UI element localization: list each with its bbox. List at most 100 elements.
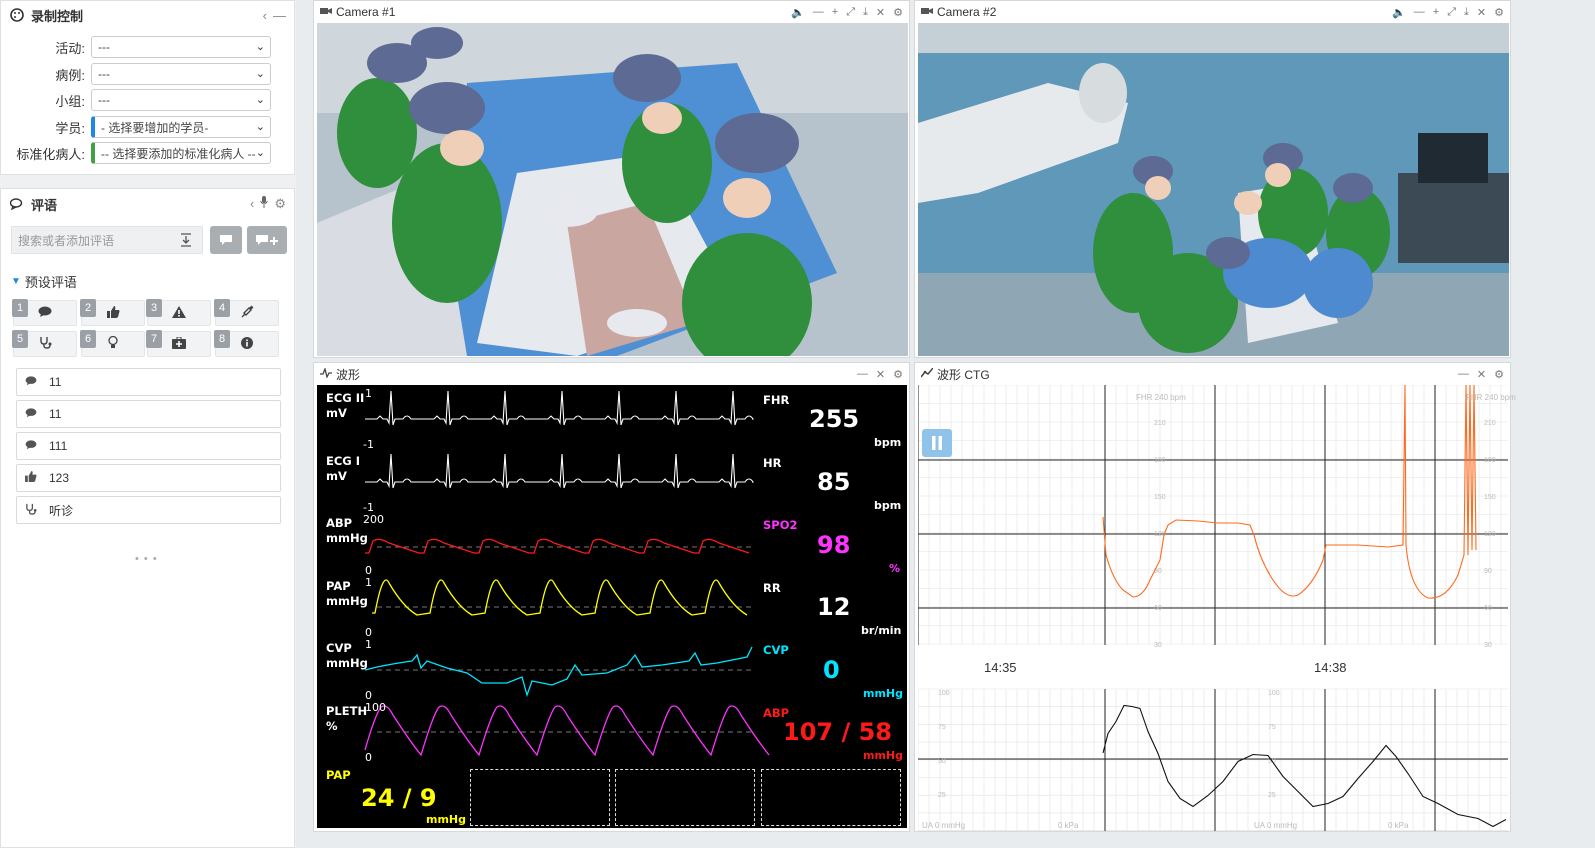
download-icon[interactable]: ⤓ <box>863 6 868 19</box>
abp-vital-value: 107 / 58 <box>783 718 892 746</box>
comment-icon <box>25 407 39 421</box>
preset-7-button[interactable]: 7 <box>146 330 211 357</box>
volume-icon[interactable]: 🔈 <box>1392 6 1406 19</box>
empty-slot[interactable] <box>470 769 610 826</box>
group-select[interactable]: --- ⌄ <box>91 89 271 111</box>
ctg-fhr-tick: 120 <box>1484 531 1496 538</box>
comment-list-item[interactable]: 11 <box>16 368 281 396</box>
medkit-icon <box>172 336 186 352</box>
pause-button[interactable] <box>922 429 952 457</box>
ctg-fhr-trace <box>1102 385 1477 599</box>
gear-icon[interactable]: ⚙ <box>893 368 903 381</box>
ctg-ua-trace <box>1102 704 1507 828</box>
minimize-icon[interactable]: — <box>273 8 286 23</box>
close-icon[interactable]: ✕ <box>876 6 885 19</box>
waveform-title: 波形 <box>336 367 361 382</box>
comment-icon <box>38 306 52 321</box>
channel-name: ECG II <box>326 391 365 405</box>
drop-icon[interactable] <box>180 233 192 250</box>
collapse-left-icon[interactable]: ‹ <box>250 196 254 212</box>
student-label: 学员: <box>55 120 85 136</box>
pap-wave-label: PAP mmHg <box>326 579 368 609</box>
gear-icon[interactable]: ⚙ <box>893 6 903 19</box>
comment-icon <box>25 375 39 389</box>
minimize-icon[interactable]: — <box>813 6 824 19</box>
pap-trace <box>372 579 748 616</box>
group-value: --- <box>98 93 110 107</box>
gear-icon[interactable]: ⚙ <box>1494 368 1504 381</box>
rr-unit: br/min <box>861 624 902 637</box>
gear-icon[interactable]: ⚙ <box>274 196 286 212</box>
preset-comments-title: 预设评语 <box>24 275 77 290</box>
minimize-icon[interactable]: — <box>1458 368 1469 381</box>
download-icon[interactable]: ⤓ <box>1464 6 1469 19</box>
record-control-title: 录制控制 <box>31 8 84 24</box>
case-select[interactable]: --- ⌄ <box>91 63 271 85</box>
ecg2-trace <box>365 390 755 426</box>
chevron-down-icon: ⌄ <box>255 147 265 159</box>
minimize-icon[interactable]: — <box>857 368 868 381</box>
ecg2-label: ECG II mV <box>326 391 364 421</box>
comment-list-item[interactable]: 111 <box>16 432 281 460</box>
fhr-label: FHR <box>763 393 790 407</box>
preset-8-button[interactable]: 8 <box>214 330 279 357</box>
group-row: 小组: --- ⌄ <box>1 88 296 112</box>
standard-patient-value: -- 选择要添加的标准化病人 -- <box>101 146 256 161</box>
zoom-in-icon[interactable]: + <box>1433 6 1439 19</box>
zoom-in-icon[interactable]: + <box>832 6 838 19</box>
comment-list-item[interactable]: 123 <box>16 464 281 492</box>
ecg1-trace <box>365 453 755 489</box>
chevron-down-icon: ⌄ <box>255 41 265 53</box>
collapse-left-icon[interactable]: ‹ <box>263 8 267 23</box>
preset-number: 2 <box>80 299 96 317</box>
spo2-value: 98 <box>817 531 851 559</box>
abp-scale-top: 200 <box>363 513 384 526</box>
palette-icon <box>9 7 25 23</box>
add-comment-plus-button[interactable] <box>247 226 287 254</box>
preset-6-button[interactable]: 6 <box>80 330 145 357</box>
camera-1-header: Camera #1 🔈 — + ⤢ ⤓ ✕ ⚙ <box>314 1 909 23</box>
comment-list-item[interactable]: 听诊 <box>16 496 281 524</box>
ctg-ua-tick: 75 <box>1268 724 1276 731</box>
activity-value: --- <box>98 40 110 54</box>
volume-icon[interactable]: 🔈 <box>791 6 805 19</box>
pap-value: 24 / 9 <box>361 784 437 812</box>
lightbulb-icon <box>108 335 118 352</box>
more-indicator[interactable]: • • • <box>135 553 158 565</box>
case-label: 病例: <box>55 67 85 83</box>
student-select[interactable]: - 选择要增加的学员- ⌄ <box>91 116 271 138</box>
ctg-fhr-tick: 210 <box>1154 420 1166 427</box>
stethoscope-icon <box>25 503 39 518</box>
empty-slot[interactable] <box>615 769 755 826</box>
group-label: 小组: <box>55 93 85 109</box>
empty-slot[interactable] <box>761 769 901 826</box>
preset-2-button[interactable]: 2 <box>80 299 145 326</box>
camera-2-title: Camera #2 <box>937 5 997 19</box>
add-comment-button[interactable] <box>210 226 242 254</box>
comment-list-item[interactable]: 11 <box>16 400 281 428</box>
camera-1-video[interactable] <box>317 23 908 356</box>
preset-3-button[interactable]: 3 <box>146 299 211 326</box>
gear-icon[interactable]: ⚙ <box>1494 6 1504 19</box>
comment-search-input[interactable]: 搜索或者添加评语 <box>11 226 203 254</box>
preset-number: 4 <box>214 299 230 317</box>
expand-icon[interactable]: ⤢ <box>1447 6 1456 19</box>
close-icon[interactable]: ✕ <box>1477 6 1486 19</box>
minimize-icon[interactable]: — <box>1414 6 1425 19</box>
expand-icon[interactable]: ⤢ <box>846 6 855 19</box>
ctg-fhr-tick: 30 <box>1154 642 1162 649</box>
activity-select[interactable]: --- ⌄ <box>91 36 271 58</box>
camera-2-video[interactable] <box>918 23 1509 356</box>
close-icon[interactable]: ✕ <box>876 368 885 381</box>
ctg-ua-tick: 100 <box>938 690 950 697</box>
preset-1-button[interactable]: 1 <box>12 299 77 326</box>
standard-patient-select[interactable]: -- 选择要添加的标准化病人 -- ⌄ <box>91 142 271 164</box>
preset-4-button[interactable]: 4 <box>214 299 279 326</box>
comment-icon <box>25 439 39 453</box>
microphone-icon[interactable] <box>260 196 269 212</box>
close-icon[interactable]: ✕ <box>1477 368 1486 381</box>
preset-comments-toggle[interactable]: ▼ 预设评语 <box>11 272 77 291</box>
channel-name: PLETH <box>326 704 368 718</box>
preset-5-button[interactable]: 5 <box>12 330 77 357</box>
ctg-ua-tick: 25 <box>1268 792 1276 799</box>
